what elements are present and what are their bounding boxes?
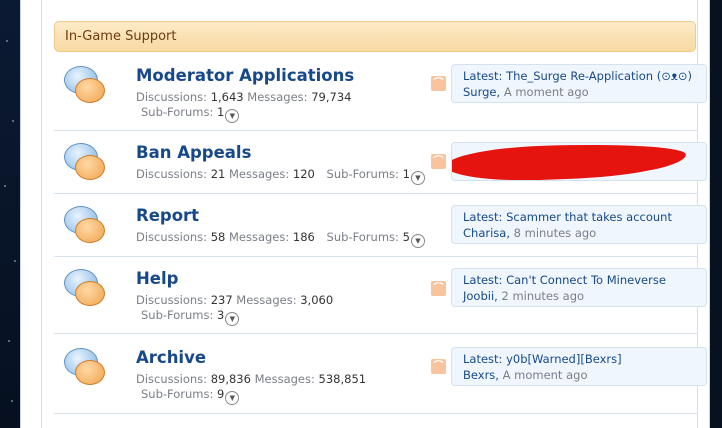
chevron-down-icon[interactable]: ▼ bbox=[225, 391, 240, 405]
speech-bubbles-icon bbox=[64, 267, 106, 307]
forum-title-link[interactable]: Archive bbox=[136, 348, 206, 367]
forum-page: In-Game Support Moderator Applications D… bbox=[20, 0, 710, 428]
redaction-mark bbox=[452, 143, 687, 180]
forum-stats: Discussions: 1,643 Messages: 79,734 bbox=[136, 90, 352, 104]
chevron-down-icon[interactable]: ▼ bbox=[225, 312, 240, 326]
latest-user-link[interactable]: Joobii, bbox=[463, 289, 498, 303]
rss-icon[interactable]: ⌒ bbox=[431, 359, 446, 374]
forum-node-help: Help Discussions: 237 Messages: 3,060 Su… bbox=[54, 257, 707, 334]
subforums-toggle[interactable]: Sub-Forums: 5 ▼ bbox=[327, 230, 425, 248]
category-title[interactable]: In-Game Support bbox=[65, 29, 176, 44]
forum-title-link[interactable]: Help bbox=[136, 269, 178, 288]
latest-time[interactable]: A moment ago bbox=[504, 85, 589, 99]
latest-thread-link[interactable]: y0b[Warned][Bexrs] bbox=[506, 352, 622, 366]
forum-title-link[interactable]: Ban Appeals bbox=[136, 143, 251, 162]
latest-time[interactable]: 8 minutes ago bbox=[514, 226, 597, 240]
forum-title-link[interactable]: Moderator Applications bbox=[136, 66, 354, 85]
background-left bbox=[0, 0, 20, 428]
latest-user-link[interactable]: Charisa, bbox=[463, 226, 510, 240]
subforums-toggle[interactable]: Sub-Forums: 3 ▼ bbox=[141, 308, 240, 326]
latest-post-box: Latest: Can't Connect To Mineverse Joobi… bbox=[451, 268, 707, 307]
subforums-toggle[interactable]: Sub-Forums: 1 ▼ bbox=[327, 167, 425, 185]
forum-node-moderator-applications: Moderator Applications Discussions: 1,64… bbox=[54, 54, 707, 131]
rss-icon[interactable]: ⌒ bbox=[431, 76, 446, 91]
latest-thread-link[interactable]: The_Surge Re-Application (⊙ᴥ⊙) bbox=[506, 69, 692, 83]
latest-post-box: Latest: Scammer that takes account Chari… bbox=[451, 205, 707, 244]
speech-bubbles-icon bbox=[64, 141, 106, 181]
latest-user-link[interactable]: Surge, bbox=[463, 85, 500, 99]
category-header[interactable]: In-Game Support bbox=[54, 21, 696, 52]
forum-node-archive: Archive Discussions: 89,836 Messages: 53… bbox=[54, 334, 707, 414]
forum-stats: Discussions: 89,836 Messages: 538,851 bbox=[136, 372, 367, 386]
speech-bubbles-icon bbox=[64, 204, 106, 244]
latest-time[interactable]: 2 minutes ago bbox=[501, 289, 584, 303]
chevron-down-icon[interactable]: ▼ bbox=[225, 109, 240, 123]
forum-node-report: Report Discussions: 58 Messages: 186 Sub… bbox=[54, 194, 707, 257]
forum-stats: Discussions: 237 Messages: 3,060 bbox=[136, 293, 334, 307]
forum-stats: Discussions: 21 Messages: 120 Sub-Forums… bbox=[136, 167, 425, 185]
background-right bbox=[710, 0, 722, 428]
chevron-down-icon[interactable]: ▼ bbox=[410, 171, 425, 185]
latest-thread-link[interactable]: Scammer that takes account bbox=[506, 210, 672, 224]
subforums-toggle[interactable]: Sub-Forums: 1 ▼ bbox=[141, 105, 240, 123]
rss-icon[interactable]: ⌒ bbox=[431, 154, 446, 169]
latest-user-link[interactable]: Bexrs, bbox=[463, 368, 499, 382]
chevron-down-icon[interactable]: ▼ bbox=[410, 234, 425, 248]
latest-thread-link[interactable]: Can't Connect To Mineverse bbox=[506, 273, 666, 287]
forum-stats: Discussions: 58 Messages: 186 Sub-Forums… bbox=[136, 230, 425, 248]
speech-bubbles-icon bbox=[64, 64, 106, 104]
latest-post-box: Latest: The_Surge Re-Application (⊙ᴥ⊙) S… bbox=[451, 64, 707, 103]
latest-post-box: Latest: y0b[Warned][Bexrs] Bexrs, A mome… bbox=[451, 347, 707, 386]
speech-bubbles-icon bbox=[64, 346, 106, 386]
latest-time[interactable]: A moment ago bbox=[503, 368, 588, 382]
forum-title-link[interactable]: Report bbox=[136, 206, 199, 225]
forum-node-ban-appeals: Ban Appeals Discussions: 21 Messages: 12… bbox=[54, 131, 707, 194]
subforums-toggle[interactable]: Sub-Forums: 9 ▼ bbox=[141, 387, 240, 405]
rss-icon[interactable]: ⌒ bbox=[431, 281, 446, 296]
latest-post-box bbox=[451, 142, 707, 181]
